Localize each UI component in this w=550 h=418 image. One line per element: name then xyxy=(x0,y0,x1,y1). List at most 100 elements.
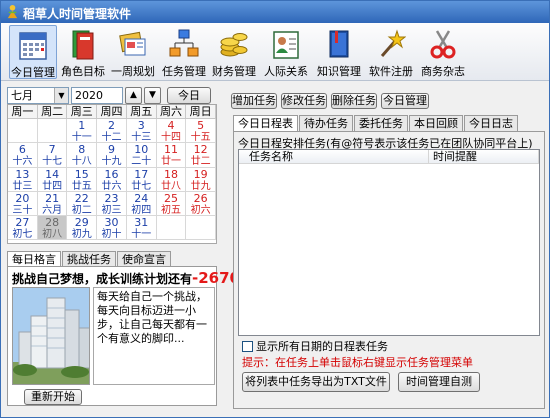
calendar-icon xyxy=(19,32,47,60)
magic-wand-icon xyxy=(380,29,406,57)
calendar-day[interactable]: 3 十三 xyxy=(126,119,157,144)
app-logo-icon xyxy=(7,4,18,19)
calendar-day[interactable]: 16 廿六 xyxy=(97,167,127,192)
year-input-value: 2020 xyxy=(75,89,103,102)
next-month-button[interactable]: ▼ xyxy=(144,87,161,104)
today-button[interactable]: 今日 xyxy=(167,87,211,104)
day-number: 11 xyxy=(163,143,178,157)
day-number: 16 xyxy=(104,167,119,181)
add-task-button[interactable]: 增加任务 xyxy=(231,93,277,109)
lunar-date: 六月 xyxy=(42,204,63,216)
lunar-date: 十九 xyxy=(101,156,122,168)
tab-today-schedule[interactable]: 今日日程表 xyxy=(233,115,298,131)
calendar-day[interactable]: 17 廿七 xyxy=(126,167,157,192)
calendar-day[interactable]: 13 廿三 xyxy=(8,167,38,192)
calendar-day[interactable]: 29 初九 xyxy=(67,216,98,241)
calendar-day[interactable]: 24 初四 xyxy=(126,191,157,217)
restart-button[interactable]: 重新开始 xyxy=(24,389,82,405)
schedule-list[interactable]: 任务名称 时间提醒 xyxy=(238,149,540,336)
day-number: 26 xyxy=(193,191,208,205)
show-all-dates-checkbox[interactable]: 显示所有日期的日程表任务 xyxy=(242,338,388,354)
calendar-day[interactable]: 1 十一 xyxy=(67,119,98,144)
lunar-date: 十六 xyxy=(12,156,33,168)
calendar-day[interactable]: 27 初七 xyxy=(8,216,38,241)
calendar-day[interactable]: 10 二十 xyxy=(126,143,157,168)
toolbar-roles-button[interactable]: 角色目标 xyxy=(59,25,107,79)
lunar-date: 初三 xyxy=(101,204,122,216)
calendar-day[interactable]: 19 廿九 xyxy=(186,167,217,192)
weekday-label: 周二 xyxy=(37,105,68,119)
month-select[interactable]: 七月 ▼ xyxy=(7,87,69,104)
toolbar-knowledge-button[interactable]: 知识管理 xyxy=(315,25,363,79)
tab-challenge[interactable]: 挑战任务 xyxy=(62,251,116,266)
contact-card-icon xyxy=(273,31,299,59)
chevron-down-icon[interactable]: ▼ xyxy=(54,88,68,103)
calendar-day[interactable]: 9 十九 xyxy=(97,143,127,168)
day-number: 24 xyxy=(134,191,149,205)
lunar-date: 廿六 xyxy=(101,180,122,192)
lunar-date: 十一 xyxy=(71,132,92,143)
weekday-label: 周一 xyxy=(8,105,38,119)
toolbar-register-button[interactable]: 软件注册 xyxy=(367,25,415,79)
toolbar-label: 知识管理 xyxy=(317,65,361,78)
lunar-date: 十八 xyxy=(71,156,92,168)
title-bar[interactable]: 稻草人时间管理软件 xyxy=(1,1,549,23)
lunar-date: 初二 xyxy=(71,204,92,216)
tab-todo[interactable]: 待办任务 xyxy=(299,115,353,131)
calendar-day[interactable]: 31 十一 xyxy=(126,216,157,241)
toolbar-magazine-button[interactable]: 商务杂志 xyxy=(419,25,467,79)
calendar-day[interactable]: 21 六月 xyxy=(37,191,68,217)
book-icon xyxy=(329,30,349,58)
calendar-day[interactable]: 7 十七 xyxy=(37,143,68,168)
edit-task-button[interactable]: 修改任务 xyxy=(281,93,327,109)
export-txt-button[interactable]: 将列表中任务导出为TXT文件 xyxy=(242,372,390,392)
calendar-day[interactable]: 18 廿八 xyxy=(156,167,187,192)
toolbar-today-button[interactable]: 今日管理 xyxy=(9,25,57,79)
calendar-day[interactable]: 6 十六 xyxy=(8,143,38,168)
calendar-day[interactable]: 4 十四 xyxy=(156,119,187,144)
calendar-day[interactable]: 23 初三 xyxy=(97,191,127,217)
day-number: 15 xyxy=(74,167,89,181)
time-management-test-button[interactable]: 时间管理自测 xyxy=(398,372,480,392)
calendar-day[interactable]: 2 十二 xyxy=(97,119,127,144)
calendar-day[interactable]: 8 十八 xyxy=(67,143,98,168)
calendar-day[interactable]: 22 初二 xyxy=(67,191,98,217)
calendar-day[interactable]: 5 十五 xyxy=(186,119,217,144)
tab-daily-motto[interactable]: 每日格言 xyxy=(7,251,61,266)
toolbar-label: 角色目标 xyxy=(61,65,105,78)
weekday-label: 周日 xyxy=(186,105,217,119)
lunar-date: 十七 xyxy=(42,156,63,168)
toolbar-relations-button[interactable]: 人际关系 xyxy=(261,25,311,79)
schedule-panel: 今日日程安排任务(有@符号表示该任务已在团队协同平台上) 任务名称 时间提醒 显… xyxy=(233,131,545,409)
calendar-day[interactable]: 25 初五 xyxy=(156,191,187,217)
previous-month-button[interactable]: ▲ xyxy=(125,87,142,104)
column-header-task-name[interactable]: 任务名称 xyxy=(239,150,429,164)
day-number: 5 xyxy=(197,119,205,132)
column-header-reminder[interactable]: 时间提醒 xyxy=(429,150,539,164)
org-chart-icon xyxy=(169,29,199,57)
chevron-down-icon: ▼ xyxy=(149,90,156,100)
tab-daily-review[interactable]: 本日回顾 xyxy=(409,115,463,131)
calendar-day[interactable]: 12 廿二 xyxy=(186,143,217,168)
calendar-week-row: 20 三十 21 六月 22 初二 23 初三 24 初四 25 初五 26 初六 xyxy=(8,191,217,217)
month-calendar: 周一 周二 周三 周四 周五 周六 周日 1 十一 2 十二 3 十三 4 十四 5 十五 6 十六 7… xyxy=(7,104,217,244)
delete-task-button[interactable]: 删除任务 xyxy=(331,93,377,109)
toolbar-tasks-button[interactable]: 任务管理 xyxy=(161,25,207,79)
toolbar-finance-button[interactable]: 财务管理 xyxy=(211,25,257,79)
tab-daily-log[interactable]: 今日日志 xyxy=(464,115,518,131)
calendar-day[interactable]: 28 初八 xyxy=(37,216,68,241)
calendar-empty-cell xyxy=(8,119,38,144)
calendar-day[interactable]: 20 三十 xyxy=(8,191,38,217)
cards-icon xyxy=(119,31,146,56)
tab-delegated[interactable]: 委托任务 xyxy=(354,115,408,131)
year-input[interactable]: 2020 xyxy=(71,87,123,104)
calendar-day[interactable]: 14 廿四 xyxy=(37,167,68,192)
today-manage-button[interactable]: 今日管理 xyxy=(381,93,429,109)
calendar-day[interactable]: 30 初十 xyxy=(97,216,127,241)
calendar-day[interactable]: 26 初六 xyxy=(186,191,217,217)
toolbar-week-button[interactable]: 一周规划 xyxy=(109,25,157,79)
calendar-day[interactable]: 11 廿一 xyxy=(156,143,187,168)
checkbox-box[interactable] xyxy=(242,341,253,352)
calendar-day[interactable]: 15 廿五 xyxy=(67,167,98,192)
tab-mission[interactable]: 使命宣言 xyxy=(117,251,171,266)
